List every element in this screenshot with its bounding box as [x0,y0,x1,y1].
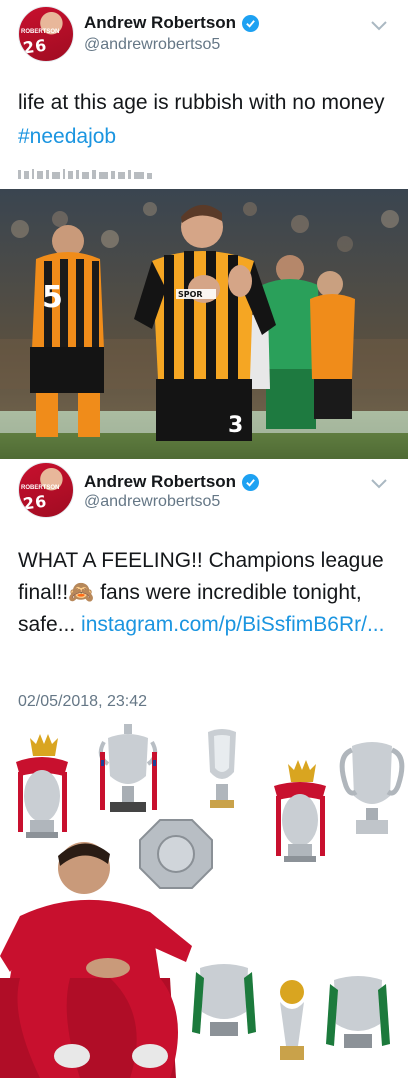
instagram-link[interactable]: instagram.com/p/BiSsfimB6Rr/... [81,613,384,636]
blurred-caption [18,169,152,179]
svg-text:5: 5 [42,280,63,315]
chevron-down-icon[interactable] [370,20,388,32]
verified-badge-icon [242,473,260,491]
tweet-timestamp[interactable]: 02/05/2018, 23:42 [18,693,147,711]
hashtag-link[interactable]: #needajob [18,125,116,148]
tweet-1-body: life at this age is rubbish with no mone… [18,91,385,114]
tweet-1-header: ROBERTSON 26 Andrew Robertson @andrewrob… [0,4,408,74]
svg-text:3: 3 [228,413,243,438]
tweet-2-text: WHAT A FEELING!! Champions league final!… [18,545,398,641]
champions-league-trophy-icon [339,742,405,834]
tweet-1-text: life at this age is rubbish with no mone… [18,86,398,154]
avatar-jersey-number: 26 [21,491,49,514]
tweet-2-header: ROBERTSON 26 Andrew Robertson @andrewrob… [0,460,408,530]
hull-city-photo-graphic: 5 SPOR 3 [0,189,408,459]
handle[interactable]: @andrewrobertso5 [84,493,220,511]
premier-league-trophy-icon [16,734,68,838]
avatar[interactable]: ROBERTSON 26 [18,6,74,62]
display-name[interactable]: Andrew Robertson [84,13,236,33]
avatar[interactable]: ROBERTSON 26 [18,462,74,518]
verified-badge-icon [242,14,260,32]
see-no-evil-monkey-icon: 🙈 [68,581,95,604]
avatar-jersey-name: ROBERTSON [21,29,60,35]
fa-cup-trophy-icon [98,724,158,812]
trophies-graphic [0,724,405,1078]
league-cup-trophy-2-icon [326,976,390,1048]
avatar-jersey-name: ROBERTSON [21,485,60,491]
premier-league-trophy-2-icon [274,760,326,862]
display-name[interactable]: Andrew Robertson [84,472,236,492]
league-cup-trophy-icon [192,964,256,1036]
uefa-super-cup-trophy-icon [208,729,236,808]
club-world-cup-trophy-icon [280,980,304,1060]
community-shield-trophy-icon [139,819,213,889]
svg-text:SPOR: SPOR [178,290,203,299]
trophies-photo[interactable] [0,716,408,1078]
handle[interactable]: @andrewrobertso5 [84,36,220,54]
hull-city-photo[interactable]: 5 SPOR 3 [0,189,408,459]
chevron-down-icon[interactable] [370,478,388,490]
avatar-jersey-number: 26 [21,35,49,58]
